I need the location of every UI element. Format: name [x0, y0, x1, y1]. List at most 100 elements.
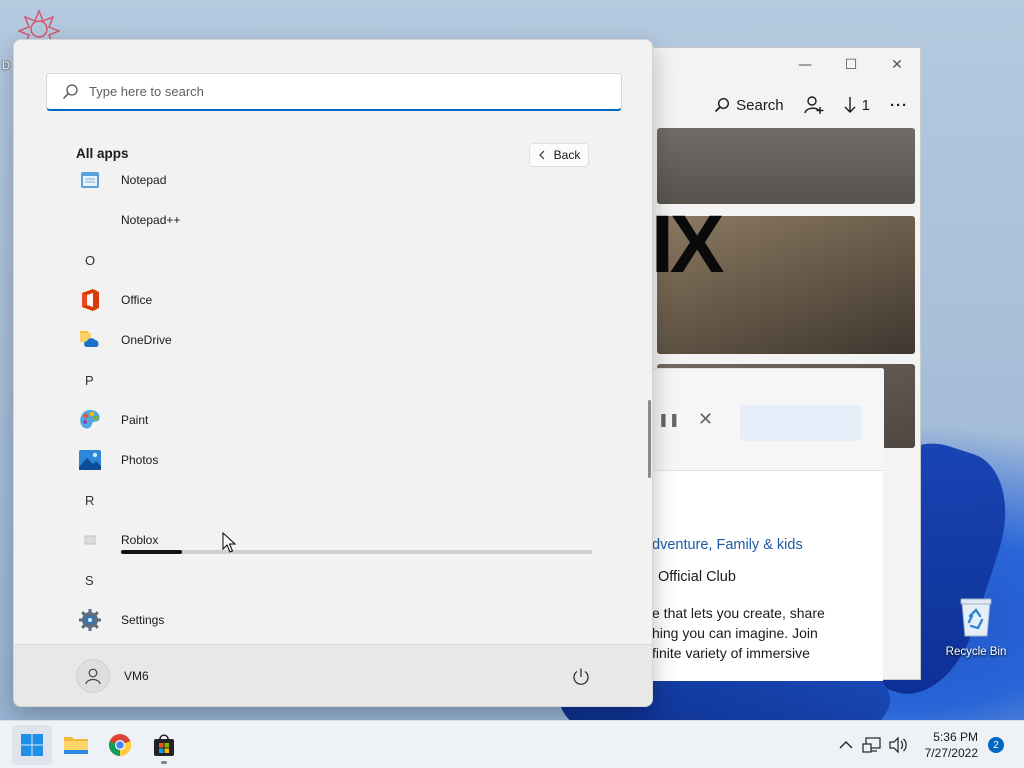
install-controls: ❚❚ ✕: [652, 369, 884, 471]
app-label: Settings: [121, 613, 165, 627]
clock[interactable]: 5:36 PM 7/27/2022: [925, 729, 978, 761]
back-button[interactable]: Back: [529, 143, 589, 167]
file-explorer-button[interactable]: [56, 725, 96, 765]
speaker-icon: [889, 736, 907, 754]
photos-icon: [77, 447, 103, 473]
app-item-photos[interactable]: Photos: [14, 440, 614, 480]
install-panel: ❚❚ ✕ dventure, Family & kids Official Cl…: [651, 368, 884, 681]
taskbar: 5:36 PM 7/27/2022 2: [0, 720, 1024, 768]
recycle-bin[interactable]: Recycle Bin: [944, 596, 1008, 658]
letter-header-s[interactable]: S: [14, 560, 614, 600]
account-button[interactable]: [803, 95, 824, 115]
notepad-icon: [77, 167, 103, 193]
app-item-roblox[interactable]: Roblox: [14, 520, 614, 560]
store-icon: [154, 734, 174, 756]
app-item-onedrive[interactable]: OneDrive: [14, 320, 614, 360]
store-search-label: Search: [736, 96, 784, 114]
back-label: Back: [553, 148, 581, 162]
downloads-count: 1: [861, 96, 870, 114]
letter-header-o[interactable]: O: [14, 240, 614, 280]
chevron-left-icon: [538, 150, 545, 160]
publisher-name: Official Club: [658, 569, 736, 585]
clock-time: 5:36 PM: [933, 730, 978, 744]
app-label: OneDrive: [121, 333, 172, 347]
all-apps-list[interactable]: Notepad Notepad++ O Office OneDrive P Pa…: [14, 166, 652, 640]
user-account-button[interactable]: VM6: [76, 659, 149, 693]
volume-button[interactable]: [885, 732, 911, 758]
search-input[interactable]: [89, 84, 569, 99]
system-tray: 5:36 PM 7/27/2022 2: [833, 721, 1024, 768]
letter-header-p[interactable]: P: [14, 360, 614, 400]
pause-icon[interactable]: ❚❚: [658, 413, 680, 428]
letter-label: S: [85, 572, 94, 588]
install-button[interactable]: [740, 405, 862, 441]
desktop-icon-label: D: [2, 60, 10, 72]
letter-label: O: [85, 252, 96, 268]
app-item-notepad-plus-plus[interactable]: Notepad++: [14, 200, 614, 240]
app-label: Notepad: [121, 173, 167, 187]
user-name: VM6: [124, 669, 149, 683]
clock-date: 7/27/2022: [924, 746, 978, 760]
app-label: Photos: [121, 453, 159, 467]
app-label: Office: [121, 293, 153, 307]
maximize-button[interactable]: ☐: [828, 48, 874, 82]
mouse-cursor-icon: [222, 531, 237, 554]
screenshot-thumbnail[interactable]: [657, 128, 915, 204]
recycle-bin-icon: [956, 596, 996, 638]
app-item-notepad[interactable]: Notepad: [14, 166, 614, 200]
download-icon: [844, 97, 856, 113]
cancel-icon[interactable]: ✕: [698, 409, 713, 430]
running-indicator: [161, 761, 167, 764]
description-line: e that lets you create, share: [652, 605, 825, 621]
install-progress-fill: [121, 550, 183, 554]
app-description: e that lets you create, share hing you c…: [652, 603, 825, 663]
hero-logo-text: IX: [651, 199, 725, 290]
store-button[interactable]: [144, 725, 184, 765]
start-search-box[interactable]: [46, 73, 622, 111]
start-footer: VM6: [14, 644, 652, 706]
power-icon: [573, 668, 589, 685]
app-item-office[interactable]: Office: [14, 280, 614, 320]
app-item-paint[interactable]: Paint: [14, 400, 614, 440]
more-options-button[interactable]: ···: [890, 97, 908, 114]
chrome-button[interactable]: [100, 725, 140, 765]
letter-header-r[interactable]: R: [14, 480, 614, 520]
letter-label: P: [85, 372, 94, 388]
all-apps-title: All apps: [76, 146, 129, 161]
add-user-icon: [803, 96, 824, 114]
app-label: Notepad++: [121, 213, 181, 227]
network-button[interactable]: [859, 732, 885, 758]
search-icon: [715, 97, 730, 113]
search-icon: [62, 83, 78, 99]
recycle-bin-label: Recycle Bin: [945, 646, 1007, 658]
windows-start-icon: [21, 734, 43, 756]
chevron-up-icon: [839, 741, 853, 749]
description-line: hing you can imagine. Join: [652, 625, 818, 641]
start-button[interactable]: [12, 725, 52, 765]
network-icon: [862, 737, 881, 753]
avatar: [76, 659, 110, 693]
letter-label: R: [85, 492, 95, 508]
start-menu: All apps Back Notepad Notepad++ O Office: [13, 39, 653, 707]
settings-icon: [77, 607, 103, 633]
user-icon: [85, 668, 101, 685]
folder-icon: [64, 737, 88, 754]
app-label: Paint: [121, 413, 149, 427]
genre-links[interactable]: dventure, Family & kids: [652, 537, 803, 553]
scrollbar-thumb[interactable]: [648, 400, 651, 478]
onedrive-icon: [77, 327, 103, 353]
store-search-button[interactable]: Search: [714, 97, 784, 114]
office-icon: [77, 287, 103, 313]
close-button[interactable]: ✕: [874, 48, 920, 82]
downloads-button[interactable]: 1: [844, 96, 870, 114]
power-button[interactable]: [570, 666, 592, 688]
roblox-icon: [77, 527, 103, 553]
chrome-icon: [109, 734, 132, 757]
notification-badge[interactable]: 2: [988, 737, 1004, 753]
show-hidden-icons-button[interactable]: [833, 732, 859, 758]
minimize-button[interactable]: —: [782, 48, 828, 82]
description-line: finite variety of immersive: [652, 645, 810, 661]
paint-icon: [77, 407, 103, 433]
app-label: Roblox: [121, 533, 159, 547]
app-item-settings[interactable]: Settings: [14, 600, 614, 640]
